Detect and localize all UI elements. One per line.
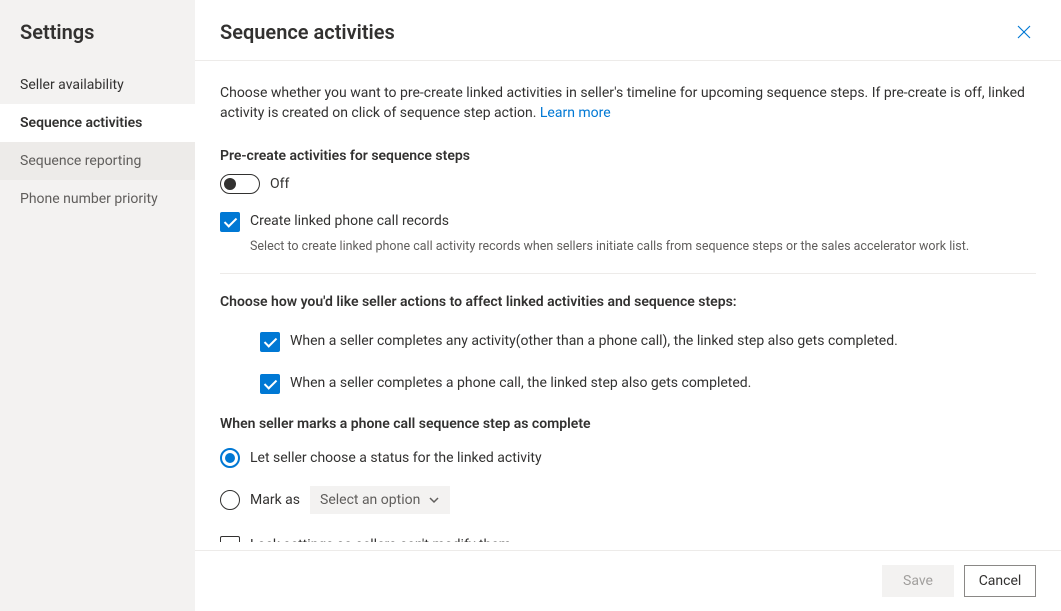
- main-panel: Sequence activities Choose whether you w…: [195, 0, 1061, 611]
- precreate-toggle-row: Off: [220, 174, 1036, 194]
- section-divider: [220, 273, 1036, 274]
- linked-records-desc: Select to create linked phone call activ…: [250, 238, 1036, 256]
- linked-records-checkbox[interactable]: [220, 212, 240, 232]
- sidebar-item-phone-number-priority[interactable]: Phone number priority: [0, 180, 195, 218]
- chevron-down-icon: [428, 494, 440, 506]
- sidebar-item-seller-availability[interactable]: Seller availability: [0, 66, 195, 104]
- toggle-thumb: [224, 178, 236, 190]
- seller-action-label-2: When a seller completes a phone call, th…: [290, 374, 751, 391]
- linked-records-label: Create linked phone call records: [250, 212, 449, 229]
- save-button[interactable]: Save: [882, 565, 954, 597]
- seller-action-checkbox-2[interactable]: [260, 374, 280, 394]
- seller-actions-options: When a seller completes any activity(oth…: [260, 332, 1036, 394]
- sidebar-item-sequence-activities[interactable]: Sequence activities: [0, 104, 195, 142]
- settings-sidebar: Settings Seller availability Sequence ac…: [0, 0, 195, 611]
- lock-settings-checkbox[interactable]: [220, 536, 240, 542]
- learn-more-link[interactable]: Learn more: [540, 105, 611, 121]
- cancel-button[interactable]: Cancel: [964, 565, 1036, 597]
- mark-as-select-value: Select an option: [320, 492, 420, 508]
- phone-complete-heading: When seller marks a phone call sequence …: [220, 416, 1036, 432]
- main-header: Sequence activities: [195, 0, 1061, 61]
- phone-radio-row-1: Let seller choose a status for the linke…: [220, 448, 1036, 468]
- lock-settings-row: Lock settings so sellers can't modify th…: [220, 536, 1036, 542]
- sidebar-item-sequence-reporting[interactable]: Sequence reporting: [0, 142, 195, 180]
- page-title: Sequence activities: [220, 20, 395, 44]
- close-icon: [1015, 23, 1033, 41]
- phone-radio-2[interactable]: [220, 490, 240, 510]
- precreate-label: Pre-create activities for sequence steps: [220, 148, 1036, 164]
- sidebar-title: Settings: [0, 0, 195, 66]
- mark-as-select[interactable]: Select an option: [310, 486, 450, 514]
- precreate-toggle[interactable]: [220, 174, 260, 194]
- seller-action-label-1: When a seller completes any activity(oth…: [290, 332, 898, 349]
- intro-text-content: Choose whether you want to pre-create li…: [220, 85, 1025, 121]
- phone-radio-1[interactable]: [220, 448, 240, 468]
- precreate-toggle-state: Off: [270, 176, 289, 192]
- intro-text: Choose whether you want to pre-create li…: [220, 83, 1036, 124]
- seller-action-row-1: When a seller completes any activity(oth…: [260, 332, 1036, 352]
- seller-action-row-2: When a seller completes a phone call, th…: [260, 374, 1036, 394]
- lock-settings-label: Lock settings so sellers can't modify th…: [250, 536, 511, 542]
- phone-radio-row-2: Mark as Select an option: [220, 486, 1036, 514]
- seller-action-checkbox-1[interactable]: [260, 332, 280, 352]
- phone-radio-label-2: Mark as: [250, 492, 300, 508]
- main-body: Choose whether you want to pre-create li…: [195, 61, 1061, 542]
- linked-records-row: Create linked phone call records: [220, 212, 1036, 232]
- footer: Save Cancel: [195, 550, 1061, 611]
- seller-actions-heading: Choose how you'd like seller actions to …: [220, 294, 1036, 310]
- phone-radio-label-1: Let seller choose a status for the linke…: [250, 450, 542, 466]
- close-button[interactable]: [1012, 20, 1036, 44]
